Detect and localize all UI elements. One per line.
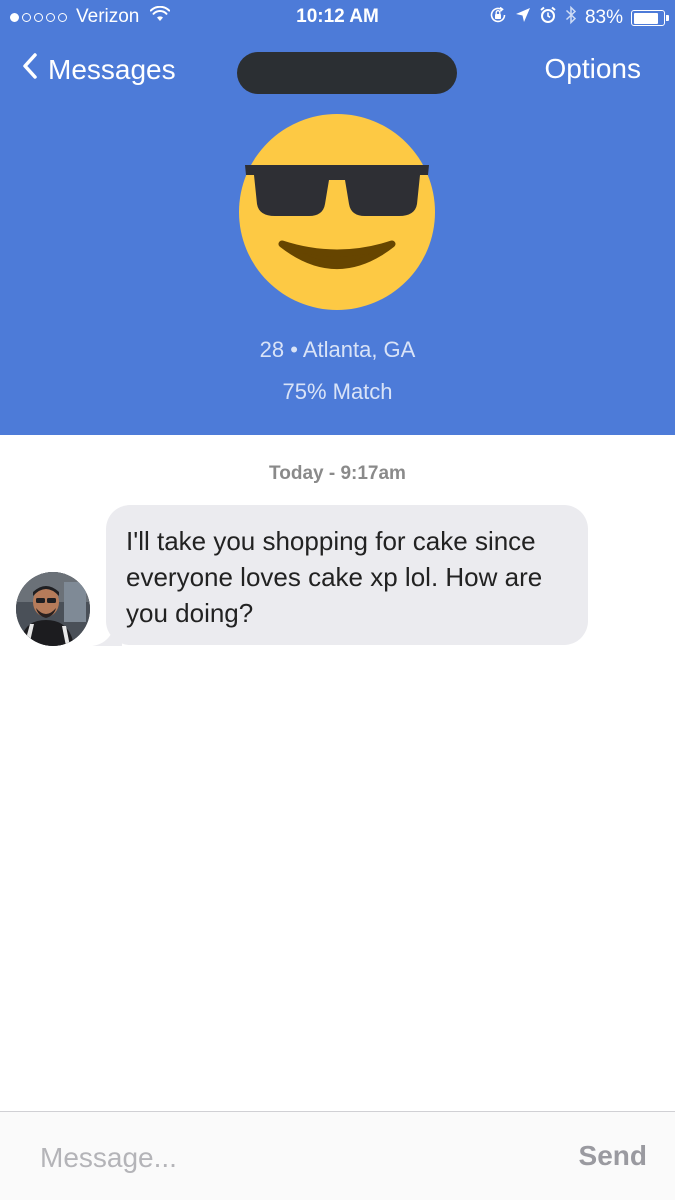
- status-bar: Verizon 10:12 AM 83%: [0, 0, 675, 36]
- sender-photo: [16, 572, 90, 646]
- age-location: 28 • Atlanta, GA: [259, 337, 416, 362]
- message-timestamp: Today - 9:17am: [269, 463, 406, 484]
- message-text: I'll take you shopping for cake since ev…: [126, 526, 543, 628]
- sunglasses-emoji-icon: [239, 114, 435, 310]
- options-button[interactable]: Options: [545, 53, 642, 85]
- bluetooth-icon: [565, 5, 577, 31]
- battery-level-fill: [633, 12, 658, 24]
- send-button[interactable]: Send: [579, 1140, 647, 1172]
- back-to-messages-button[interactable]: Messages: [22, 52, 176, 87]
- back-label: Messages: [48, 53, 176, 85]
- profile-meta: 28 • Atlanta, GA 75% Match: [0, 337, 675, 405]
- location-arrow-icon: [515, 7, 531, 29]
- alarm-icon: [539, 6, 557, 30]
- battery-percent: 83%: [584, 7, 623, 28]
- message-composer: Send: [0, 1111, 675, 1200]
- chevron-left-icon: [22, 52, 38, 87]
- profile-avatar[interactable]: [237, 112, 437, 312]
- sender-avatar[interactable]: [16, 572, 90, 646]
- profile-header: Verizon 10:12 AM 83% Messages Options 28…: [0, 0, 675, 435]
- match-percentage: 75% Match: [282, 379, 393, 404]
- redacted-username: [237, 52, 457, 94]
- message-input[interactable]: [40, 1138, 520, 1178]
- orientation-lock-icon: [489, 6, 507, 30]
- received-message-bubble: I'll take you shopping for cake since ev…: [106, 505, 588, 645]
- battery-icon: [631, 10, 669, 26]
- status-right: 83%: [489, 5, 669, 31]
